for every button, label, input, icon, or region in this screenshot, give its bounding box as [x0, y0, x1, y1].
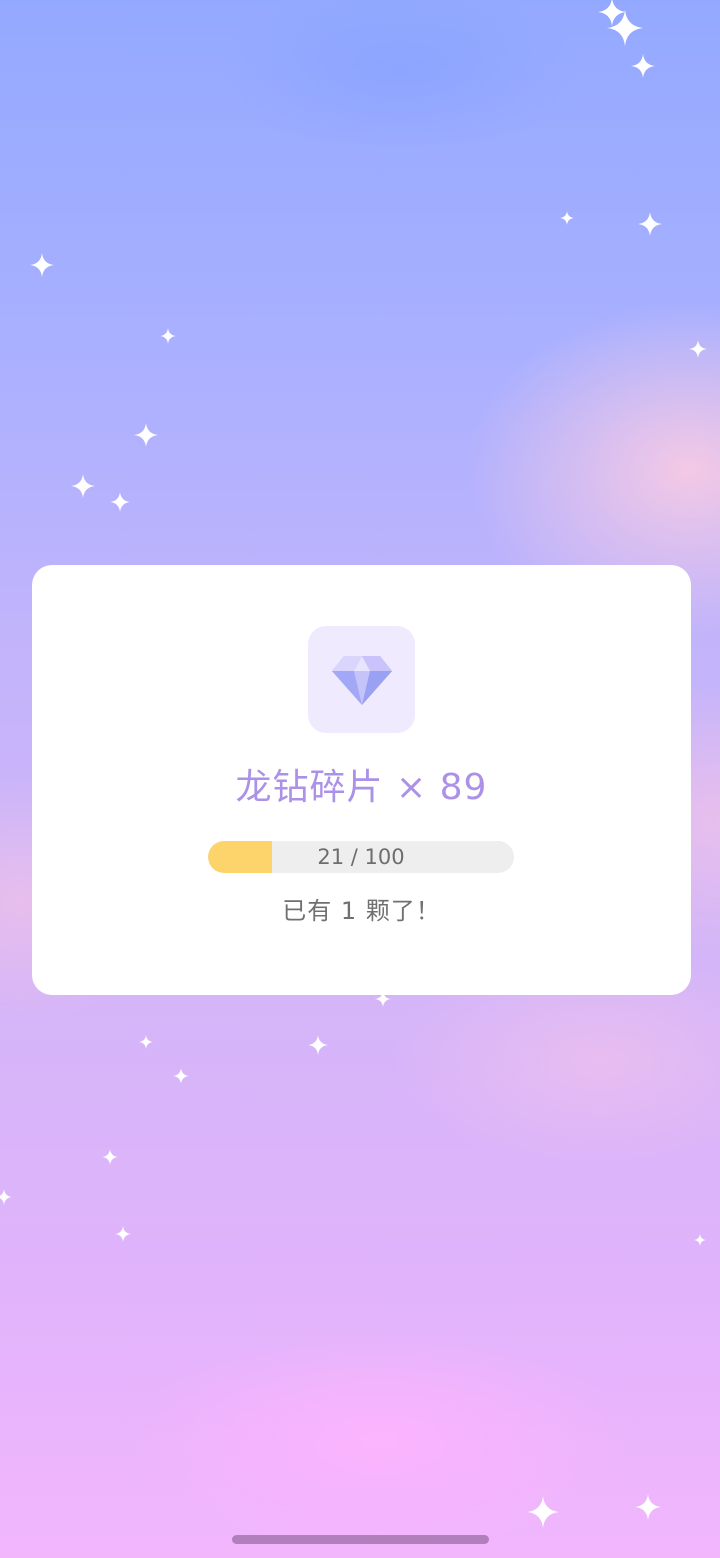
- home-indicator[interactable]: [232, 1535, 489, 1544]
- sparkle-icon: [527, 1496, 559, 1528]
- sparkle-icon: [139, 1035, 153, 1049]
- sparkle-icon: [631, 54, 655, 78]
- sparkle-icon: [160, 328, 176, 344]
- reward-item-name: 龙钻碎片: [235, 767, 384, 808]
- progress-label: 21 / 100: [317, 845, 405, 869]
- sparkle-icon: [173, 1068, 189, 1084]
- reward-dialog: 龙钻碎片 × 89 21 / 100 已有 1 颗了！: [32, 565, 691, 995]
- sparkle-icon: [694, 1234, 706, 1246]
- diamond-icon: [331, 655, 392, 705]
- status-message: 已有 1 颗了！: [282, 897, 441, 925]
- sparkle-icon: [134, 423, 158, 447]
- sparkle-icon: [607, 10, 643, 46]
- reward-icon-tile: [308, 626, 415, 733]
- sparkle-icon: [110, 492, 130, 512]
- sparkle-icon: [0, 1189, 12, 1205]
- sparkle-icon: [71, 474, 95, 498]
- reward-quantity: × 89: [396, 767, 488, 808]
- reward-title: 龙钻碎片 × 89: [32, 763, 691, 813]
- sparkle-icon: [635, 1494, 661, 1520]
- sparkle-icon: [115, 1226, 131, 1242]
- sparkle-icon: [308, 1035, 328, 1055]
- sparkle-icon: [30, 253, 54, 277]
- sparkle-icon: [638, 212, 662, 236]
- sparkle-icon: [560, 211, 574, 225]
- sparkle-icon: [102, 1149, 118, 1165]
- sparkle-icon: [689, 340, 707, 358]
- progress-bar: 21 / 100: [208, 841, 514, 873]
